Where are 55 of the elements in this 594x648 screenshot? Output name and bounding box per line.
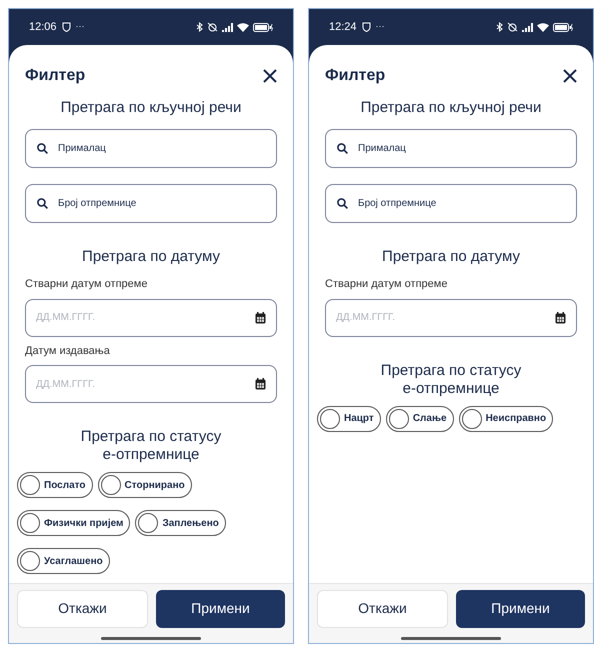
section-heading: Претрага по кључној речи: [60, 99, 242, 117]
close-icon[interactable]: [263, 69, 277, 83]
search-icon: [36, 197, 49, 210]
status-chip[interactable]: Послато: [17, 472, 93, 498]
more-indicator: ···: [376, 20, 385, 34]
search-icon: [336, 197, 349, 210]
bluetooth-icon: [496, 22, 503, 32]
more-indicator: ···: [76, 20, 85, 34]
cancel-button[interactable]: Откажи: [317, 590, 448, 628]
section-heading: Претрага по статусу е-отпремнице: [80, 428, 222, 464]
search-field[interactable]: Прималац: [325, 129, 577, 168]
wifi-icon: [237, 22, 249, 32]
field-label: Датум издавања: [25, 344, 111, 358]
status-chip[interactable]: Неисправно: [458, 406, 554, 432]
status-chip[interactable]: Сторнирано: [98, 472, 192, 498]
battery-icon: [253, 22, 273, 32]
alarm-off-icon: [207, 22, 218, 32]
sheet-title: Филтер: [25, 66, 86, 86]
signal-icon: [522, 22, 533, 32]
section-heading: Претрага по статусу е-отпремнице: [380, 362, 522, 398]
apply-button[interactable]: Примени: [456, 590, 585, 628]
close-icon[interactable]: [563, 69, 577, 83]
section-heading: Претрага по датуму: [82, 248, 220, 266]
shield-icon: [362, 22, 371, 32]
date-field[interactable]: ДД.ММ.ГГГГ.: [325, 298, 577, 336]
status-chip[interactable]: Усаглашено: [17, 548, 110, 574]
date-field[interactable]: ДД.ММ.ГГГГ.: [25, 298, 277, 336]
shield-icon: [62, 22, 71, 32]
calendar-icon[interactable]: [255, 378, 266, 390]
section-heading: Претрага по кључној речи: [360, 99, 542, 117]
bluetooth-icon: [196, 22, 203, 32]
status-time: 12:24: [329, 20, 357, 35]
sheet-title: Филтер: [325, 66, 386, 86]
section-heading: Претрага по датуму: [382, 248, 520, 266]
cancel-button[interactable]: Откажи: [17, 590, 148, 628]
date-field[interactable]: ДД.ММ.ГГГГ.: [25, 365, 277, 403]
search-field[interactable]: Број отпремнице: [25, 184, 277, 223]
search-field[interactable]: Број отпремнице: [325, 184, 577, 223]
field-label: Стварни датум отпреме: [325, 277, 448, 292]
search-icon: [36, 142, 49, 155]
field-label: Стварни датум отпреме: [25, 277, 148, 292]
status-chip[interactable]: Слање: [386, 406, 454, 432]
search-icon: [336, 142, 349, 155]
alarm-off-icon: [507, 22, 518, 32]
apply-button[interactable]: Примени: [156, 590, 285, 628]
signal-icon: [222, 22, 233, 32]
wifi-icon: [537, 22, 549, 32]
search-field[interactable]: Прималац: [25, 129, 277, 168]
calendar-icon[interactable]: [555, 312, 566, 324]
status-chip[interactable]: Физички пријем: [17, 510, 130, 536]
status-chip[interactable]: Заплењено: [135, 510, 226, 536]
status-chip[interactable]: Нацрт: [317, 406, 381, 432]
battery-icon: [553, 22, 573, 32]
status-time: 12:06: [29, 20, 57, 35]
calendar-icon[interactable]: [255, 312, 266, 324]
